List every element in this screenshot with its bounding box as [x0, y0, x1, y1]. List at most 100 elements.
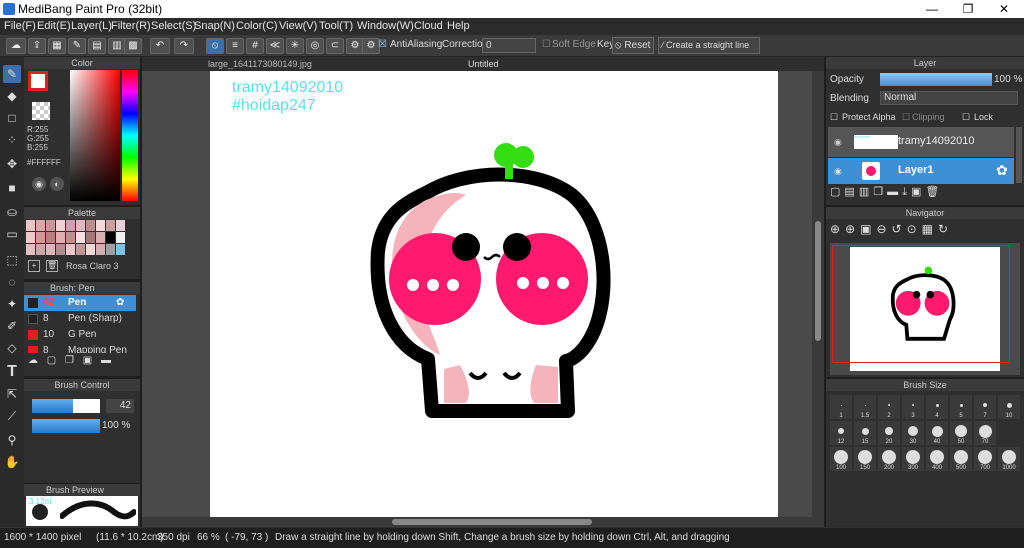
palette-swatch[interactable] — [36, 232, 45, 243]
brush-size-cell[interactable]: 300 — [902, 447, 924, 471]
layer-folder-icon[interactable]: ▬ — [887, 186, 902, 198]
color-wheel-icon[interactable]: ◉ — [32, 177, 46, 191]
palette-swatch[interactable] — [36, 244, 45, 255]
gallery-icon[interactable]: ▦ — [48, 38, 66, 54]
zoom-in-icon[interactable]: ⊕ — [830, 222, 845, 236]
tab-untitled[interactable]: Untitled — [462, 57, 505, 71]
palette-swatch[interactable] — [56, 244, 65, 255]
menu-filter[interactable]: Filter(R) — [111, 20, 151, 32]
brush-size-cell[interactable]: 5 — [950, 395, 972, 419]
merge-down-icon[interactable]: ⤓ — [902, 186, 911, 198]
visibility-eye-icon[interactable]: ◉ — [834, 137, 842, 148]
soft-edge-checkbox[interactable]: ☐ — [542, 39, 551, 50]
palette-swatch[interactable] — [86, 220, 95, 231]
antialiasing-checkbox[interactable]: ☒ — [378, 39, 387, 50]
brush-size-grid[interactable]: 1 1.5 2 3 4 5 7 10 12 15 20 30 40 50 70 100 150 200 300 400… — [826, 393, 1024, 527]
palette-swatch[interactable] — [46, 232, 55, 243]
add-brush-cloud-icon[interactable]: ☁ — [28, 355, 38, 366]
snap-parallel-icon[interactable]: ≡ — [226, 38, 244, 54]
menu-tool[interactable]: Tool(T) — [319, 20, 353, 32]
brush-size-value[interactable]: 42 — [106, 399, 134, 413]
palette-swatch[interactable] — [66, 220, 75, 231]
menu-window[interactable]: Window(W) — [357, 20, 414, 32]
palette-swatch[interactable] — [56, 232, 65, 243]
palette-swatch[interactable] — [116, 232, 125, 243]
palette-swatch[interactable] — [66, 232, 75, 243]
canvas-area[interactable]: tramy14092010 #hoidap247 — [142, 71, 824, 527]
new-layer-icon[interactable]: ▢ — [830, 186, 844, 198]
palette-swatch[interactable] — [86, 232, 95, 243]
fill-shape-icon[interactable]: ■ — [3, 179, 21, 197]
grid-icon[interactable]: ▩ — [124, 38, 142, 54]
menu-view[interactable]: View(V) — [279, 20, 317, 32]
foreground-color-swatch[interactable] — [28, 71, 48, 91]
palette-swatch[interactable] — [86, 244, 95, 255]
menu-layer[interactable]: Layer(L) — [71, 20, 112, 32]
palette-swatch[interactable] — [26, 232, 35, 243]
horizontal-scroll-thumb[interactable] — [392, 519, 592, 525]
add-palette-icon[interactable]: + — [28, 260, 40, 272]
undo-icon[interactable]: ↶ — [150, 38, 170, 54]
lasso-tool-icon[interactable]: ◌ — [3, 273, 21, 291]
layer-material-icon[interactable]: ▣ — [911, 186, 925, 198]
brush-size-cell[interactable]: 200 — [878, 447, 900, 471]
zoom-out-icon[interactable]: ⊖ — [876, 222, 891, 236]
brush-folder-icon[interactable]: ▬ — [101, 355, 111, 366]
navigator-preview[interactable] — [830, 243, 1020, 375]
horizontal-scrollbar[interactable] — [142, 517, 824, 527]
brush-size-cell[interactable]: 20 — [878, 421, 900, 445]
brush-size-cell[interactable]: 12 — [830, 421, 852, 445]
operation-tool-icon[interactable]: ⇱ — [3, 385, 21, 403]
hue-slider[interactable] — [122, 70, 138, 201]
brush-size-cell[interactable]: 500 — [950, 447, 972, 471]
brush-size-cell[interactable]: 700 — [974, 447, 996, 471]
duplicate-layer-icon[interactable]: ❐ — [873, 186, 887, 198]
bucket-tool-icon[interactable]: ⛀ — [3, 203, 21, 221]
fit-window-icon[interactable]: ▦ — [922, 222, 938, 236]
brush-size-cell[interactable]: 1.5 — [854, 395, 876, 419]
zoom-plus-icon[interactable]: ⊕ — [845, 222, 860, 236]
palette-swatch[interactable] — [96, 220, 105, 231]
palette-swatch[interactable] — [76, 244, 85, 255]
palette-grid[interactable] — [26, 220, 126, 256]
palette-swatch[interactable] — [116, 220, 125, 231]
layer-row-layer1[interactable]: ◉ Layer1 ✿ — [828, 158, 1014, 184]
vertical-scroll-thumb[interactable] — [815, 221, 821, 341]
layer-row-watermark[interactable]: ◉ ≈≈≈≈≈ tramy14092010 — [828, 127, 1014, 157]
palette-swatch[interactable] — [56, 220, 65, 231]
menu-cloud[interactable]: Cloud — [414, 20, 443, 32]
palette-swatch[interactable] — [106, 244, 115, 255]
copy-brush-icon[interactable]: ❐ — [65, 355, 74, 366]
brush-size-cell[interactable]: 100 — [830, 447, 852, 471]
blending-select[interactable]: Normal — [880, 91, 1018, 105]
move-tool-icon[interactable]: ✥ — [3, 155, 21, 173]
cloud-icon[interactable]: ☁ — [6, 38, 26, 54]
brush-size-cell[interactable]: 30 — [902, 421, 924, 445]
delete-palette-icon[interactable]: 🗑 — [46, 260, 58, 272]
layer-settings-icon[interactable]: ✿ — [996, 162, 1008, 179]
palette-swatch[interactable] — [26, 220, 35, 231]
palette-swatch[interactable] — [96, 244, 105, 255]
brush-item-pen[interactable]: 42 Pen ✿ — [24, 295, 136, 311]
brush-size-cell[interactable]: 15 — [854, 421, 876, 445]
clipping-checkbox[interactable]: ☐ — [902, 112, 910, 123]
magic-wand-icon[interactable]: ✦ — [3, 295, 21, 313]
eyedropper-icon[interactable]: ⚲ — [3, 431, 21, 449]
rotate-reset-icon[interactable]: ⊙ — [907, 222, 922, 236]
lock-checkbox[interactable]: ☐ — [962, 112, 970, 123]
menu-snap[interactable]: Snap(N) — [194, 20, 235, 32]
brush-size-cell[interactable]: 70 — [974, 421, 996, 445]
snap-off-icon[interactable]: ⦸ — [206, 38, 224, 54]
brush-size-cell[interactable]: 3 — [902, 395, 924, 419]
palette-swatch[interactable] — [116, 244, 125, 255]
new-halftone-layer-icon[interactable]: ▤ — [844, 186, 858, 198]
brush-size-cell[interactable]: 1000 — [998, 447, 1020, 471]
snap-radial-icon[interactable]: ✳ — [286, 38, 304, 54]
hand-tool-icon[interactable]: ✋ — [3, 453, 21, 471]
brush-size-cell[interactable]: 1 — [830, 395, 852, 419]
brush-option-icon[interactable]: ▣ — [83, 355, 92, 366]
maximize-button[interactable]: ❐ — [950, 0, 986, 18]
document-icon[interactable]: ▤ — [88, 38, 106, 54]
palette-swatch[interactable] — [76, 220, 85, 231]
menu-help[interactable]: Help — [447, 20, 470, 32]
